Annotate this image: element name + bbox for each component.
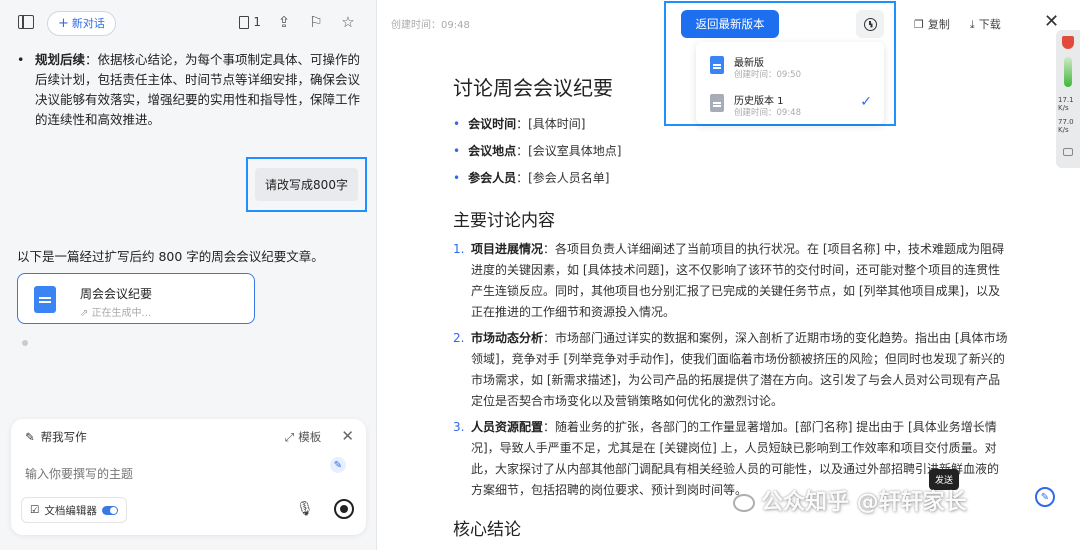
document-panel: 创建时间：09:48 返回最新版本 最新版 创建时间：09:50 历史版本 1 … <box>378 0 1080 550</box>
file-icon <box>34 286 56 313</box>
camera-icon[interactable] <box>1063 148 1073 156</box>
loading-dot <box>22 340 28 346</box>
send-button[interactable] <box>334 499 354 519</box>
meta-time: • 会议时间：[具体时间] <box>453 117 586 131</box>
document-editor-toggle[interactable]: ☑ 文档编辑器 <box>21 497 127 523</box>
chat-panel: + 新对话 1 ⇪ ⚐ ☆ • 规划后续：依据核心结论，为每个事项制定具体、可操作… <box>0 0 377 550</box>
edit-icon: ☑ <box>30 504 40 516</box>
share-icon[interactable]: ⇪ <box>275 13 293 31</box>
document-icon <box>239 15 250 29</box>
download-speed: 77.0 K/s <box>1058 118 1074 134</box>
microphone-icon[interactable]: 🎙 <box>296 501 314 517</box>
user-message-highlight: 请改写成800字 <box>246 157 367 212</box>
bullet-dot: • <box>17 52 25 67</box>
meta-location: • 会议地点：[会议室具体地点] <box>453 144 622 158</box>
section-heading: 主要讨论内容 <box>453 211 555 231</box>
chat-topbar: + 新对话 1 ⇪ ⚐ ☆ <box>0 0 376 46</box>
bookmark-icon[interactable]: ⚐ <box>307 13 325 31</box>
magic-wand-icon: ✎ <box>25 430 35 444</box>
user-message: 请改写成800字 <box>255 168 358 201</box>
writing-assistant-box: ✎帮我写作 ⤢模板 ✕ ✎ ☑文档编辑器 🎙 <box>11 419 366 535</box>
document-title: 讨论周会会议纪要 <box>453 76 613 100</box>
version-history-button[interactable] <box>856 10 884 38</box>
sidebar-toggle-icon[interactable] <box>18 15 34 29</box>
expand-icon: ⤢ <box>285 429 295 444</box>
close-writer-button[interactable]: ✕ <box>341 427 354 445</box>
document-card-status: ⇗ 正在生成中... <box>80 308 152 319</box>
document-count[interactable]: 1 <box>239 15 261 29</box>
return-latest-button[interactable]: 返回最新版本 <box>681 10 779 38</box>
toggle-switch[interactable] <box>101 505 118 515</box>
wechat-logo-icon <box>733 494 755 512</box>
copy-button[interactable]: ❐ 复制 <box>914 16 950 32</box>
bullet-label: 规划后续 <box>35 52 86 67</box>
download-icon: ⤓ <box>969 18 975 31</box>
floating-edit-icon[interactable]: ✎ <box>1035 487 1055 507</box>
copy-icon: ❐ <box>914 18 924 31</box>
star-icon[interactable]: ☆ <box>339 13 357 31</box>
clock-icon <box>863 17 877 31</box>
document-content: 讨论周会会议纪要 • 会议时间：[具体时间] • 会议地点：[会议室具体地点] • 参… <box>453 72 1008 548</box>
topic-input[interactable] <box>25 467 325 481</box>
section-heading: 核心结论 <box>453 520 521 540</box>
download-button[interactable]: ⤓ 下载 <box>970 16 1001 32</box>
created-time: 创建时间：09:48 <box>391 20 470 31</box>
template-button[interactable]: ⤢ 模板 <box>285 429 321 445</box>
plus-icon: + <box>58 16 69 31</box>
close-panel-button[interactable]: ✕ <box>1044 11 1059 32</box>
document-card-title: 周会会议纪要 <box>80 287 153 301</box>
meta-attendees: • 参会人员：[参会人员名单] <box>453 171 610 185</box>
watermark: 公众知乎 @轩轩家长 <box>733 484 967 516</box>
document-card[interactable]: 周会会议纪要 ⇗ 正在生成中... <box>17 273 255 324</box>
network-meter <box>1064 57 1072 87</box>
browser-extension-strip: 17.1 K/s 77.0 K/s <box>1056 30 1080 168</box>
assistant-reply-text: 以下是一篇经过扩写后约 800 字的周会会议纪要文章。 <box>17 249 324 264</box>
upload-speed: 17.1 K/s <box>1058 96 1074 112</box>
list-item: 1. 项目进展情况：各项目负责人详细阐述了当前项目的执行状况。在 [项目名称] 中… <box>453 242 1005 319</box>
pen-icon[interactable]: ✎ <box>330 457 346 473</box>
assistant-message: • 规划后续：依据核心结论，为每个事项制定具体、可操作的后续计划，包括责任主体、… <box>17 50 362 130</box>
shield-icon[interactable] <box>1062 36 1074 49</box>
new-chat-button[interactable]: + 新对话 <box>47 11 116 36</box>
link-icon: ⇗ <box>80 308 92 319</box>
list-item: 2. 市场动态分析：市场部门通过详实的数据和案例，深入剖析了近期市场的变化趋势。指… <box>453 331 1008 408</box>
writer-header: ✎ 帮我写作 <box>25 430 87 444</box>
